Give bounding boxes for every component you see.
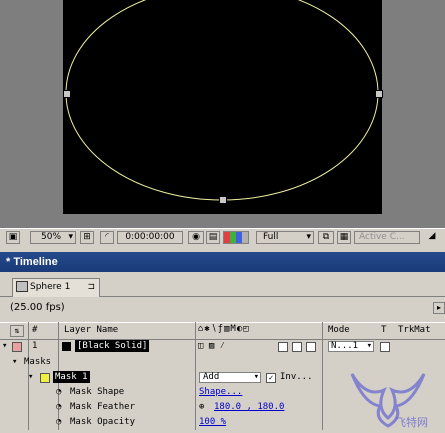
safe-zones-icon[interactable]: ⊞ — [80, 231, 94, 244]
show-frame-icon[interactable]: ▣ — [6, 231, 20, 244]
timeline-column-header: ⇅ # Layer Name ⌂✱∖ƒ▥M◐◰ Mode T TrkMat — [0, 322, 445, 340]
camera-dropdown[interactable]: Active C... — [354, 231, 420, 244]
chevron-down-icon: ▾ — [253, 372, 259, 382]
expand-arrow-icon[interactable]: ▾ — [12, 355, 17, 370]
link-icon[interactable]: ⊕ — [199, 400, 204, 415]
mask-color-swatch[interactable] — [40, 373, 50, 383]
mask-visibility-icon[interactable]: ◜ — [100, 231, 114, 244]
timeline-tab-bar: Sphere 1 ⊐ — [0, 272, 445, 297]
tab-label: Sphere 1 — [30, 282, 71, 292]
layer-number: 1 — [32, 341, 38, 351]
mask-path[interactable] — [63, 0, 382, 214]
property-value[interactable]: 180.0 , 180.0 — [214, 400, 284, 415]
column-t[interactable]: T — [381, 325, 386, 335]
expand-arrow-icon[interactable]: ▾ — [28, 370, 33, 385]
switches-icons: ⌂✱∖ƒ▥M◐◰ — [198, 324, 250, 334]
property-name: Mask Feather — [70, 402, 136, 412]
masks-label: Masks — [24, 357, 52, 367]
tab-sphere-1[interactable]: Sphere 1 ⊐ — [12, 278, 100, 297]
resize-handle-icon[interactable]: ◢ — [425, 231, 439, 244]
timecode-value: 0:00:00:00 — [125, 232, 175, 242]
stopwatch-icon[interactable]: ◔ — [56, 385, 61, 400]
mask-vertex-right[interactable] — [375, 90, 383, 98]
column-mode[interactable]: Mode — [328, 325, 350, 335]
composition-viewer — [0, 0, 445, 228]
column-index[interactable]: # — [32, 325, 37, 335]
timeline-menu-icon[interactable]: ▸ — [433, 302, 445, 314]
composition-icon — [16, 281, 28, 292]
layer-mode-dropdown[interactable]: N...1 ▾ — [328, 341, 374, 352]
channels-icon[interactable] — [223, 231, 249, 244]
property-value[interactable]: Shape... — [199, 385, 242, 400]
stopwatch-icon[interactable]: ◔ — [56, 400, 61, 415]
region-of-interest-icon[interactable]: ⧉ — [318, 231, 334, 244]
composition-canvas[interactable] — [63, 0, 383, 214]
layer-label-color[interactable] — [12, 342, 22, 352]
column-trkmat[interactable]: TrkMat — [398, 325, 431, 335]
timeline-title: * Timeline — [6, 256, 58, 268]
frame-rate: (25.00 fps) — [10, 302, 65, 313]
show-snapshot-icon[interactable]: ▤ — [206, 231, 220, 244]
watermark-logo: 飞特网 — [346, 368, 430, 430]
switch-checkbox[interactable] — [292, 342, 302, 352]
snapshot-icon[interactable]: ◉ — [188, 231, 204, 244]
column-layer-name[interactable]: Layer Name — [64, 325, 118, 335]
watermark-text: 飞特网 — [395, 416, 428, 429]
mask-ellipse[interactable] — [65, 0, 379, 201]
timecode-display[interactable]: 0:00:00:00 — [117, 231, 183, 244]
resolution-value: Full — [263, 232, 279, 242]
mask-mode-dropdown[interactable]: Add ▾ — [199, 372, 261, 383]
camera-value: Active C... — [359, 232, 405, 242]
layer-mode-value: N...1 — [331, 341, 359, 351]
switch-checkbox[interactable] — [306, 342, 316, 352]
property-name: Mask Opacity — [70, 417, 136, 427]
zoom-dropdown[interactable]: 50% ▾ — [30, 231, 76, 244]
resolution-dropdown[interactable]: Full ▾ — [256, 231, 314, 244]
chevron-down-icon: ▾ — [68, 232, 73, 242]
composition-controls: ▣ 50% ▾ ⊞ ◜ 0:00:00:00 ◉ ▤ Full ▾ ⧉ ▦ Ac… — [0, 228, 445, 247]
layer-row[interactable]: ▾ 1 [Black Solid] ◫ ▨ ⁄ N...1 ▾ — [0, 339, 445, 354]
mask-invert-label: Inv... — [280, 372, 313, 382]
switch-checkbox[interactable] — [278, 342, 288, 352]
mask-invert-checkbox[interactable]: ✓ — [266, 373, 276, 383]
layer-name[interactable]: [Black Solid] — [75, 340, 150, 352]
mask-name[interactable]: Mask 1 — [53, 371, 90, 383]
timeline-title-bar[interactable]: * Timeline — [0, 252, 445, 272]
chevron-down-icon: ▾ — [366, 341, 372, 351]
preserve-transparency-checkbox[interactable] — [380, 342, 390, 352]
solid-swatch-icon — [62, 342, 71, 351]
expand-arrow-icon[interactable]: ▾ — [2, 339, 7, 354]
property-name: Mask Shape — [70, 387, 125, 397]
property-value[interactable]: 100 % — [199, 415, 226, 430]
transparency-grid-icon[interactable]: ▦ — [337, 231, 351, 244]
mask-vertex-left[interactable] — [63, 90, 71, 98]
chevron-down-icon: ▾ — [306, 232, 311, 242]
mask-vertex-bottom[interactable] — [219, 196, 227, 204]
zoom-value: 50% — [41, 232, 62, 242]
search-layers-icon[interactable]: ⇅ — [10, 325, 24, 337]
tab-close-icon[interactable]: ⊐ — [87, 279, 95, 295]
layer-switches[interactable]: ◫ ▨ ⁄ — [198, 339, 225, 354]
stopwatch-icon[interactable]: ◔ — [56, 415, 61, 430]
mask-mode-value: Add — [203, 372, 220, 382]
